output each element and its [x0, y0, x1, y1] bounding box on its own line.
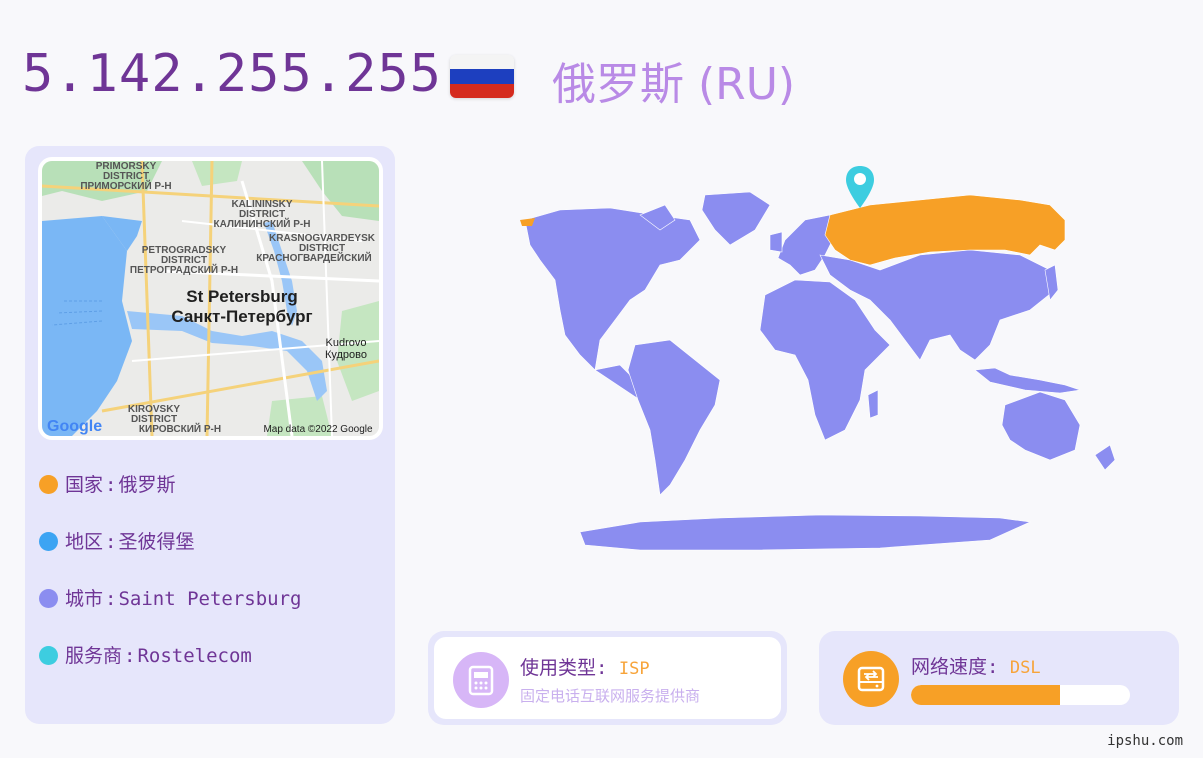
network-speed-separator: :	[987, 656, 999, 678]
info-city-label: 城市	[65, 588, 104, 610]
info-separator: :	[105, 474, 117, 496]
district-label-krasnogvardeysk-ru: КРАСНОГВАРДЕЙСКИЙ	[256, 251, 371, 264]
network-speed-card: 网络速度: DSL	[819, 631, 1179, 725]
kudrovo-label-en: Kudrovo	[326, 337, 367, 349]
isp-dot-icon	[39, 646, 58, 665]
district-label-petrogradsky-ru: ПЕТРОГРАДСКИЙ Р-Н	[130, 263, 238, 276]
info-country-label: 国家	[65, 474, 104, 496]
info-country-value: 俄罗斯	[118, 474, 176, 496]
city-label-en: St Petersburg	[186, 287, 297, 306]
info-city-value: Saint Petersburg	[118, 588, 302, 610]
district-label-kalininsky-ru: КАЛИНИНСКИЙ Р-Н	[214, 217, 311, 230]
footer-site[interactable]: ipshu.com	[1107, 733, 1183, 749]
city-dot-icon	[39, 589, 58, 608]
usage-type-label: 使用类型	[520, 657, 597, 679]
usage-type-separator: :	[596, 657, 608, 679]
network-speed-title: 网络速度: DSL	[911, 652, 1041, 679]
map-attribution: Map data ©2022 Google	[263, 424, 373, 435]
location-pin-icon	[846, 166, 874, 208]
usage-type-title: 使用类型: ISP	[520, 653, 650, 680]
country-dot-icon	[39, 475, 58, 494]
info-region-label: 地区	[65, 531, 104, 553]
info-region-value: 圣彼得堡	[118, 531, 195, 553]
info-region: 地区: 圣彼得堡	[39, 527, 194, 554]
info-isp-label: 服务商	[65, 645, 123, 667]
info-city: 城市: Saint Petersburg	[39, 584, 302, 611]
location-panel: PRIMORSKY DISTRICT ПРИМОРСКИЙ Р-Н KALINI…	[25, 146, 395, 724]
info-isp-value: Rostelecom	[137, 645, 252, 667]
google-logo: Google	[47, 418, 102, 435]
info-separator: :	[105, 531, 117, 553]
kudrovo-label-ru: Кудрово	[325, 349, 367, 361]
network-speed-label: 网络速度	[911, 656, 988, 678]
district-label-primorsky-ru: ПРИМОРСКИЙ Р-Н	[80, 179, 171, 192]
district-label-kirovsky-ru: КИРОВСКИЙ Р-Н	[139, 422, 221, 435]
network-speed-value: DSL	[1009, 658, 1041, 678]
usage-type-card: 使用类型: ISP 固定电话互联网服务提供商	[428, 631, 787, 725]
info-isp: 服务商: Rostelecom	[39, 641, 252, 668]
router-icon	[843, 651, 899, 707]
usage-type-desc: 固定电话互联网服务提供商	[520, 687, 701, 705]
speed-progress-fill	[911, 685, 1060, 705]
info-separator: :	[124, 645, 136, 667]
speed-progress-bar	[911, 685, 1130, 705]
world-map	[520, 166, 1116, 551]
ip-address: 5.142.255.255	[22, 44, 442, 104]
country-flag	[450, 55, 514, 98]
phone-icon	[453, 652, 509, 708]
info-country: 国家: 俄罗斯	[39, 470, 175, 497]
info-separator: :	[105, 588, 117, 610]
usage-type-value: ISP	[618, 659, 650, 679]
country-title: 俄罗斯 (RU)	[552, 59, 796, 110]
region-dot-icon	[39, 532, 58, 551]
city-label-ru: Санкт-Петербург	[171, 307, 312, 326]
city-map[interactable]: PRIMORSKY DISTRICT ПРИМОРСКИЙ Р-Н KALINI…	[38, 157, 383, 440]
